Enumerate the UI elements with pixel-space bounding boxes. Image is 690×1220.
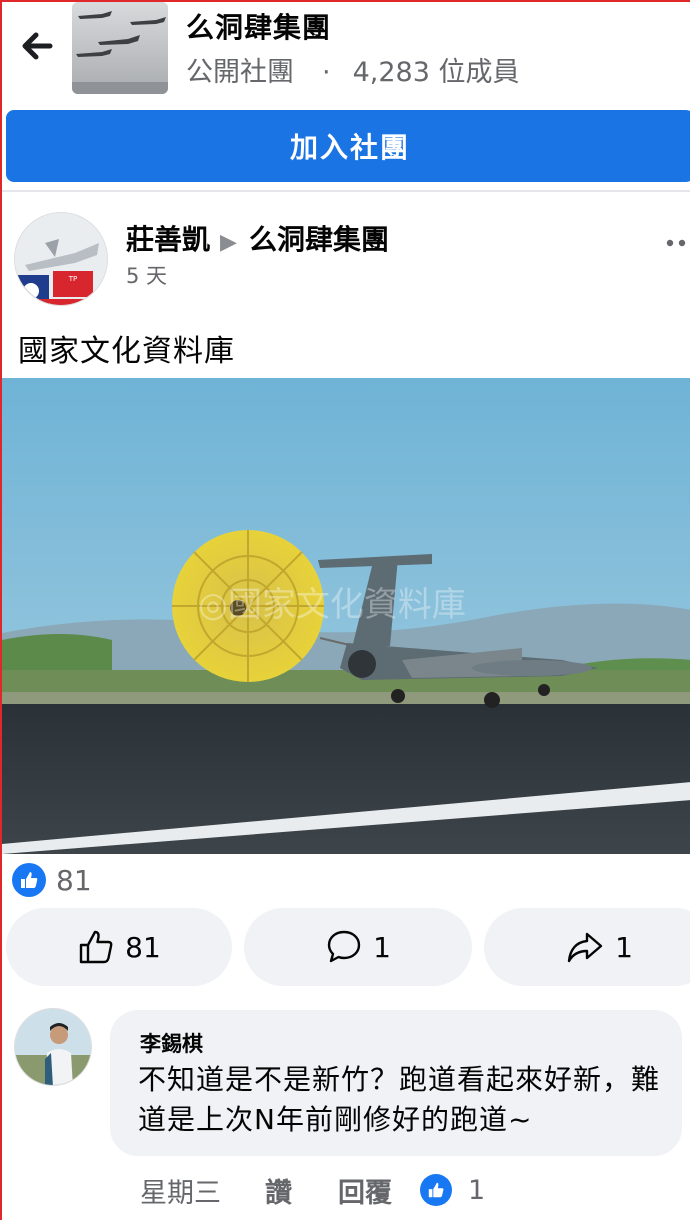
- group-cover-thumbnail[interactable]: [72, 2, 168, 94]
- comment-icon: [327, 930, 361, 963]
- author-name[interactable]: 莊善凱: [126, 223, 210, 256]
- group-privacy: 公開社團: [186, 57, 294, 88]
- comment-like-count: 1: [468, 1174, 486, 1206]
- comment-timestamp[interactable]: 星期三: [140, 1171, 221, 1210]
- post-text: 國家文化資料庫: [18, 334, 235, 369]
- reaction-count: 81: [56, 863, 92, 897]
- comment-actions: 星期三 讚 回覆 1: [140, 1170, 485, 1210]
- group-meta: 公開社團 · 4,283 位成員: [186, 50, 519, 89]
- more-options-button[interactable]: [662, 228, 690, 258]
- post-author-line: 莊善凱 ▶ 么洞肆集團: [126, 218, 389, 258]
- thumbs-up-icon: [79, 930, 113, 964]
- post-timestamp[interactable]: 5 天: [126, 260, 167, 290]
- comment-bubble: 李錫棋 不知道是不是新竹？跑道看起來好新，難道是上次N年前剛修好的跑道~: [110, 1010, 682, 1156]
- svg-text:◎國家文化資料庫: ◎國家文化資料庫: [198, 585, 466, 625]
- arrow-right-icon: ▶: [220, 230, 237, 255]
- commenter-avatar[interactable]: [14, 1008, 92, 1086]
- meta-separator: ·: [322, 57, 331, 88]
- like-count: 81: [125, 930, 161, 964]
- join-group-button[interactable]: 加入社團: [6, 110, 690, 182]
- divider: [2, 190, 690, 192]
- svg-text:TP: TP: [68, 275, 78, 283]
- comment-like-reaction-icon: [420, 1174, 452, 1206]
- member-count[interactable]: 4,283 位成員: [353, 57, 520, 88]
- share-count: 1: [615, 930, 633, 964]
- share-button[interactable]: 1: [484, 908, 690, 986]
- like-reaction-icon: [12, 863, 46, 897]
- screen: 么洞肆集團 公開社團 · 4,283 位成員 加入社團 TP 莊善凱 ▶ 么洞肆集團 5…: [0, 0, 690, 1220]
- post-photo[interactable]: ◎國家文化資料庫: [2, 378, 690, 854]
- author-avatar[interactable]: TP: [14, 212, 108, 306]
- like-button[interactable]: 81: [6, 908, 232, 986]
- comment-text: 不知道是不是新竹？跑道看起來好新，難道是上次N年前剛修好的跑道~: [138, 1063, 661, 1136]
- back-arrow-icon: [22, 32, 53, 60]
- comment-button[interactable]: 1: [244, 908, 472, 986]
- more-dots-icon: [666, 239, 686, 247]
- reaction-summary[interactable]: 81: [12, 862, 92, 898]
- comment-reply-button[interactable]: 回覆: [338, 1171, 392, 1210]
- share-arrow-icon: [567, 932, 603, 963]
- comment-count: 1: [373, 930, 391, 964]
- back-button[interactable]: [16, 24, 60, 68]
- comment-like-button[interactable]: 讚: [265, 1171, 292, 1210]
- post-group-name[interactable]: 么洞肆集團: [249, 223, 389, 256]
- group-name[interactable]: 么洞肆集團: [186, 6, 331, 46]
- group-header: 么洞肆集團 公開社團 · 4,283 位成員: [2, 2, 690, 100]
- commenter-name[interactable]: 李錫棋: [140, 1028, 203, 1058]
